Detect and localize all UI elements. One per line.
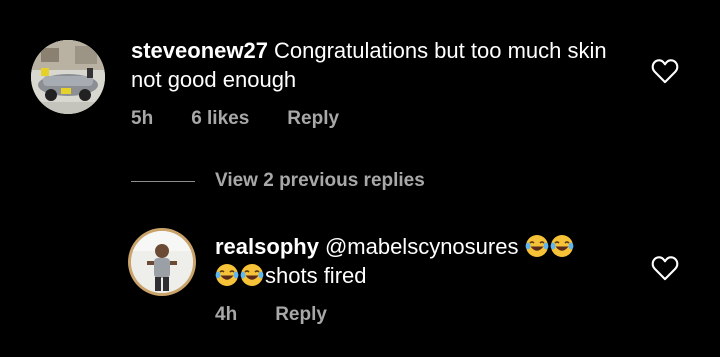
view-replies-label[interactable]: View 2 previous replies (215, 170, 425, 192)
likes-count[interactable]: 6 likes (191, 108, 249, 129)
mention-link[interactable]: @mabelscynosures (325, 234, 519, 259)
reply-body: realsophy @mabelscynosures shots fired 4h… (215, 232, 635, 326)
reply-button[interactable]: Reply (287, 108, 339, 129)
laughing-tears-emoji-icon (525, 235, 548, 257)
person-photo-icon (131, 231, 193, 293)
reply-button[interactable]: Reply (275, 304, 327, 325)
laughing-tears-emoji-icon (550, 235, 573, 257)
car-photo-icon (31, 40, 105, 114)
laughing-tears-emoji-icon (215, 264, 239, 286)
timestamp: 4h (215, 304, 238, 325)
heart-icon[interactable] (651, 58, 679, 84)
comment-text: steveonew27 Congratulations but too much … (131, 36, 621, 94)
timestamp: 5h (131, 108, 154, 129)
view-previous-replies[interactable]: View 2 previous replies (131, 169, 425, 193)
divider-line (131, 180, 195, 182)
reply-meta: 4h Reply (215, 304, 635, 326)
username[interactable]: steveonew27 (131, 38, 268, 63)
avatar[interactable] (31, 40, 105, 114)
reply-text: realsophy @mabelscynosures shots fired (215, 232, 635, 290)
reply-content: shots fired (265, 263, 367, 288)
avatar[interactable] (131, 231, 193, 293)
username[interactable]: realsophy (215, 234, 319, 259)
comment-meta: 5h 6 likes Reply (131, 108, 621, 130)
laughing-tears-emoji-icon (240, 264, 264, 286)
comment-body: steveonew27 Congratulations but too much … (131, 36, 621, 130)
heart-icon[interactable] (651, 255, 679, 281)
